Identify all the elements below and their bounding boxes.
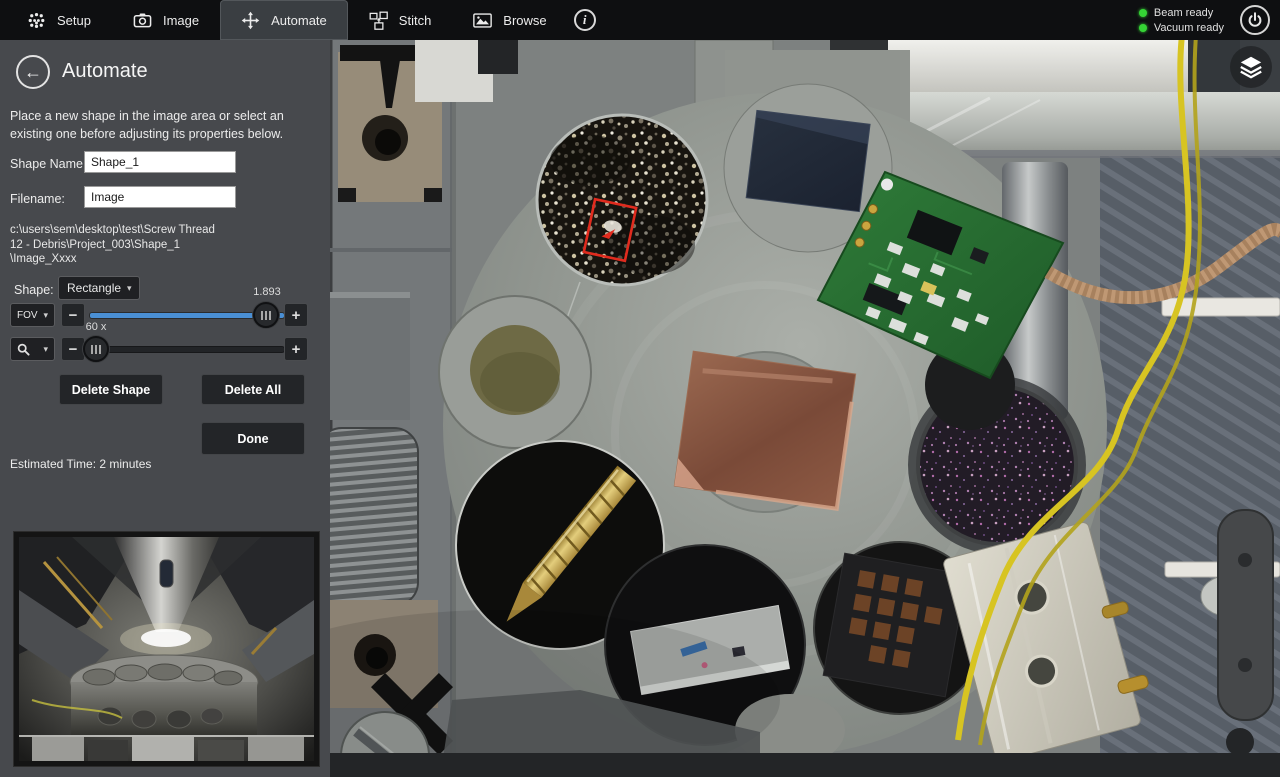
fov-mode-dropdown[interactable]: FOV ▾ [10, 303, 55, 327]
status-indicators: Beam ready Vacuum ready [1139, 5, 1224, 35]
stage-overview-image [330, 40, 1280, 777]
chevron-down-icon: ▾ [43, 310, 48, 321]
chevron-down-icon: ▾ [43, 344, 48, 355]
chamber-view [14, 532, 319, 766]
navigation-camera-view[interactable] [330, 40, 1280, 777]
beam-status: Beam ready [1139, 5, 1224, 20]
power-button[interactable] [1240, 5, 1270, 35]
layers-icon [1238, 54, 1264, 80]
shape-name-label: Shape Name: [10, 157, 86, 171]
path-line: \Image_Xxxx [10, 252, 215, 267]
sample-olive-disc[interactable] [439, 296, 591, 448]
magnification-slider-thumb[interactable] [83, 336, 109, 362]
tab-label: Automate [271, 13, 327, 28]
done-label: Done [237, 432, 268, 446]
magnifier-icon [17, 343, 30, 356]
tab-label: Setup [57, 13, 91, 28]
shape-label: Shape: [14, 283, 54, 297]
tab-image[interactable]: Image [112, 0, 220, 40]
browse-image-icon [473, 11, 492, 30]
fov-value-label: 1.893 [234, 286, 300, 298]
delete-shape-button[interactable]: Delete Shape [59, 374, 163, 405]
panel-title: Automate [62, 60, 148, 83]
tab-label: Image [163, 13, 199, 28]
fov-mode-value: FOV [17, 310, 38, 321]
minus-icon: − [69, 342, 78, 357]
stitch-icon [369, 11, 388, 30]
tab-label: Stitch [399, 13, 432, 28]
estimated-time-label: Estimated Time: 2 minutes [10, 457, 151, 471]
tab-stitch[interactable]: Stitch [348, 0, 453, 40]
magnification-slider-track[interactable] [90, 347, 284, 352]
output-path: c:\users\sem\desktop\test\Screw Thread 1… [10, 223, 215, 267]
layers-button[interactable] [1230, 46, 1272, 88]
tab-setup[interactable]: Setup [6, 0, 112, 40]
shape-name-input[interactable] [84, 151, 236, 173]
tab-browse[interactable]: Browse [452, 0, 567, 40]
path-line: 12 - Debris\Project_003\Shape_1 [10, 238, 215, 253]
delete-all-button[interactable]: Delete All [201, 374, 305, 405]
info-glyph: i [583, 12, 587, 28]
shape-type-dropdown[interactable]: Rectangle ▾ [58, 276, 140, 300]
info-icon[interactable]: i [574, 9, 596, 31]
setup-dots-icon [27, 11, 46, 30]
back-button[interactable]: ← [16, 55, 50, 89]
power-icon [1247, 12, 1263, 28]
delete-shape-label: Delete Shape [72, 383, 151, 397]
automate-panel: ← Automate Place a new shape in the imag… [0, 40, 330, 777]
back-arrow-icon: ← [24, 63, 42, 81]
beam-status-label: Beam ready [1154, 7, 1213, 19]
magnification-value-label: 60 x [76, 321, 116, 333]
fov-increase-button[interactable]: + [284, 303, 308, 327]
delete-all-label: Delete All [225, 383, 282, 397]
top-bar: Setup Image [0, 0, 1280, 40]
plus-icon: + [292, 342, 301, 357]
tab-strip: Setup Image [6, 0, 596, 40]
sample-copper-slab[interactable] [674, 351, 855, 512]
plus-icon: + [292, 308, 301, 323]
shape-type-value: Rectangle [67, 281, 121, 295]
chevron-down-icon: ▾ [127, 283, 132, 294]
magnification-decrease-button[interactable]: − [61, 337, 85, 361]
fov-slider-thumb[interactable] [253, 302, 279, 328]
tab-automate[interactable]: Automate [220, 0, 348, 40]
move-arrows-icon [241, 11, 260, 30]
beam-ready-led [1139, 9, 1147, 17]
magnifier-mode-dropdown[interactable]: ▾ [10, 337, 55, 361]
chamber-camera-thumbnail[interactable] [14, 532, 319, 766]
vacuum-status-label: Vacuum ready [1154, 22, 1224, 34]
application-window: Setup Image [0, 0, 1280, 777]
path-line: c:\users\sem\desktop\test\Screw Thread [10, 223, 215, 238]
panel-instructions: Place a new shape in the image area or s… [10, 107, 318, 143]
tab-label: Browse [503, 13, 546, 28]
vacuum-status: Vacuum ready [1139, 20, 1224, 35]
magnification-increase-button[interactable]: + [284, 337, 308, 361]
done-button[interactable]: Done [201, 422, 305, 455]
filename-label: Filename: [10, 192, 65, 206]
camera-icon [133, 11, 152, 30]
vacuum-ready-led [1139, 24, 1147, 32]
filename-input[interactable] [84, 186, 236, 208]
